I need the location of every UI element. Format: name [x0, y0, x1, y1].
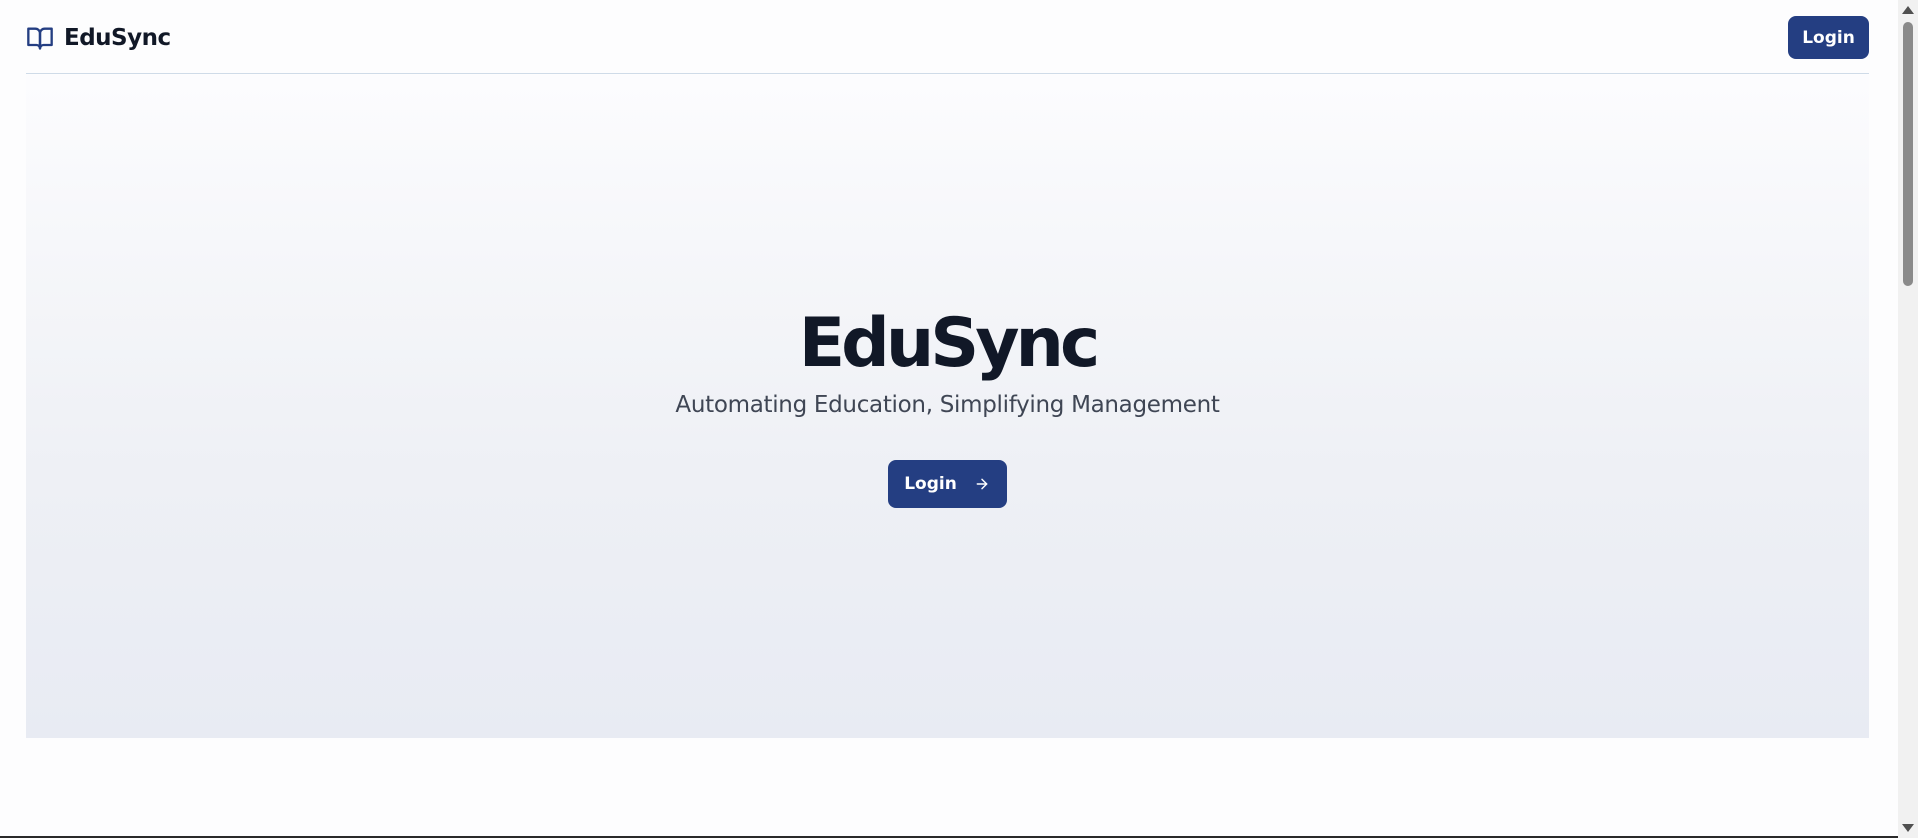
scroll-up-arrow-icon[interactable]	[1902, 6, 1914, 14]
page: EduSync Login EduSync Automating Educati…	[0, 0, 1918, 838]
top-nav: EduSync Login	[26, 0, 1869, 74]
hero-subtitle: Automating Education, Simplifying Manage…	[675, 392, 1220, 418]
hero-title: EduSync	[798, 304, 1101, 383]
scrollbar-thumb[interactable]	[1903, 22, 1913, 286]
brand[interactable]: EduSync	[26, 24, 171, 52]
scroll-down-arrow-icon[interactable]	[1902, 824, 1914, 832]
hero-login-label: Login	[904, 474, 957, 494]
header-login-button[interactable]: Login	[1788, 16, 1869, 59]
hero-login-button[interactable]: Login	[888, 460, 1007, 508]
brand-name: EduSync	[64, 24, 171, 51]
vertical-scrollbar[interactable]	[1898, 0, 1918, 838]
book-open-icon	[26, 24, 54, 52]
hero-section: EduSync Automating Education, Simplifyin…	[26, 75, 1869, 738]
arrow-right-icon	[973, 475, 991, 493]
